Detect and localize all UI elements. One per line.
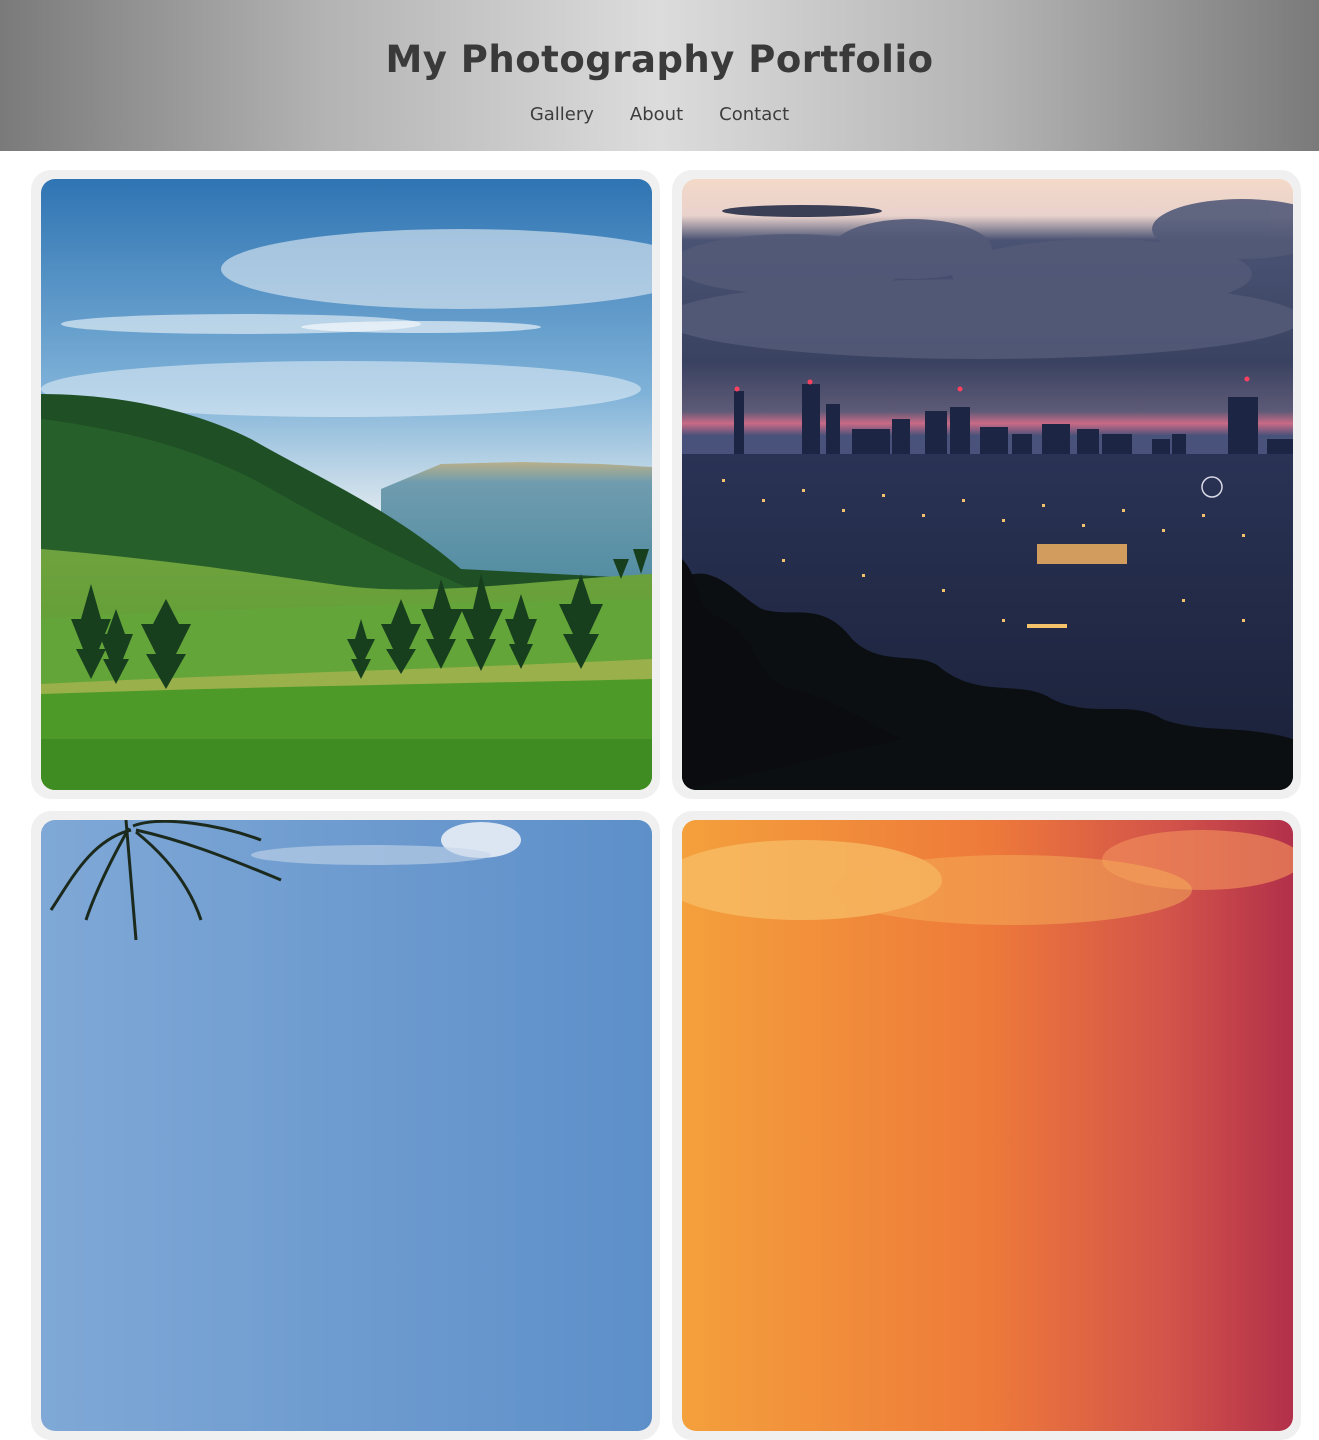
nav-link-gallery[interactable]: Gallery — [530, 104, 594, 125]
sunset-photo-image — [682, 820, 1293, 1431]
nav-link-about[interactable]: About — [630, 104, 683, 125]
gallery-card[interactable] — [31, 811, 660, 1440]
cityscape-photo-image — [682, 179, 1293, 790]
nav-link-contact[interactable]: Contact — [719, 104, 789, 125]
landscape-photo-image — [41, 179, 652, 790]
gallery-card[interactable] — [672, 170, 1301, 799]
gallery-photo[interactable] — [41, 179, 652, 790]
palm-photo-image — [41, 820, 652, 1431]
gallery-photo[interactable] — [682, 820, 1293, 1431]
gallery-card[interactable] — [672, 811, 1301, 1440]
main-nav: Gallery About Contact — [0, 104, 1319, 125]
gallery-photo[interactable] — [682, 179, 1293, 790]
gallery-card[interactable] — [31, 170, 660, 799]
gallery-photo[interactable] — [41, 820, 652, 1431]
page-title: My Photography Portfolio — [385, 38, 934, 81]
site-header: My Photography Portfolio Gallery About C… — [0, 0, 1319, 151]
